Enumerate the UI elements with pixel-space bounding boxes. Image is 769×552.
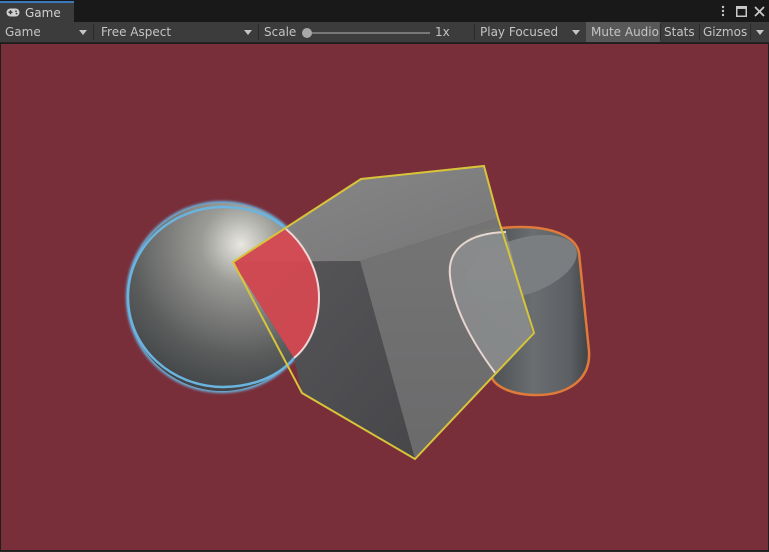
aspect-dropdown[interactable]: Free Aspect: [96, 22, 258, 42]
gizmos-toggle[interactable]: Gizmos: [698, 22, 750, 42]
mute-audio-label: Mute Audio: [591, 25, 659, 39]
maximize-icon[interactable]: [735, 4, 747, 18]
close-icon[interactable]: [753, 4, 765, 18]
chevron-down-icon: [244, 30, 252, 35]
chevron-down-icon: [79, 30, 87, 35]
stats-label: Stats: [664, 25, 695, 39]
scale-slider-track[interactable]: [306, 32, 430, 34]
scale-value-text: 1x: [435, 25, 450, 39]
chevron-down-icon: [572, 30, 580, 35]
gizmos-label: Gizmos: [703, 25, 748, 39]
play-mode-dropdown-label: Play Focused: [480, 25, 559, 39]
display-dropdown-label: Game: [5, 25, 41, 39]
scale-label: Scale: [259, 22, 299, 42]
scale-slider-handle[interactable]: [302, 28, 312, 38]
window-tab-bar: Game: [0, 0, 769, 22]
tab-label: Game: [25, 5, 61, 20]
chevron-down-icon: [756, 30, 764, 35]
game-view-toolbar: Game Free Aspect Scale 1x Play Focused M…: [0, 22, 769, 43]
divider: [93, 24, 94, 40]
stats-toggle[interactable]: Stats: [659, 22, 699, 42]
scene-render: [126, 164, 591, 461]
scale-value: 1x: [430, 22, 474, 42]
aspect-dropdown-label: Free Aspect: [101, 25, 172, 39]
window-controls: [717, 3, 765, 19]
mute-audio-toggle[interactable]: Mute Audio: [586, 22, 660, 42]
game-viewport[interactable]: [0, 43, 769, 551]
gizmos-dropdown[interactable]: [751, 22, 769, 42]
play-mode-dropdown[interactable]: Play Focused: [475, 22, 586, 42]
scale-label-text: Scale: [264, 25, 297, 39]
gamepad-icon: [6, 8, 20, 18]
more-options-icon[interactable]: [717, 4, 729, 18]
display-dropdown[interactable]: Game: [0, 22, 93, 42]
tab-game[interactable]: Game: [0, 1, 74, 22]
